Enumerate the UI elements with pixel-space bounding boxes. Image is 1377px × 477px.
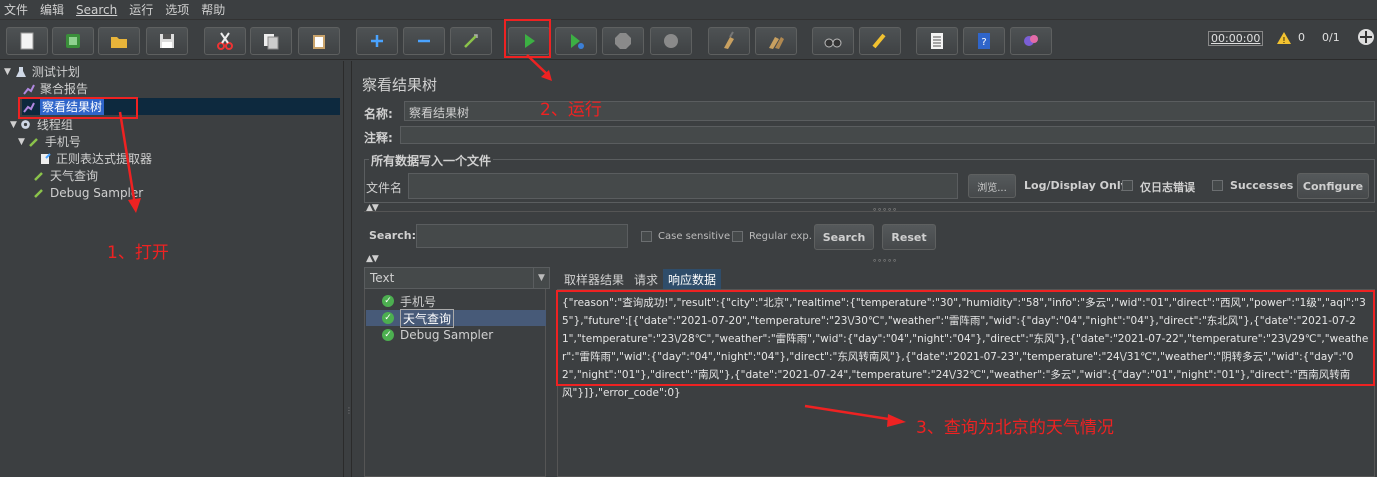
annotation-arrows	[118, 54, 906, 427]
annotation-step2: 2、运行	[540, 100, 602, 120]
annotation-step3: 3、查询为北京的天气情况	[916, 418, 1114, 438]
annotation-step1: 1、打开	[107, 243, 169, 263]
